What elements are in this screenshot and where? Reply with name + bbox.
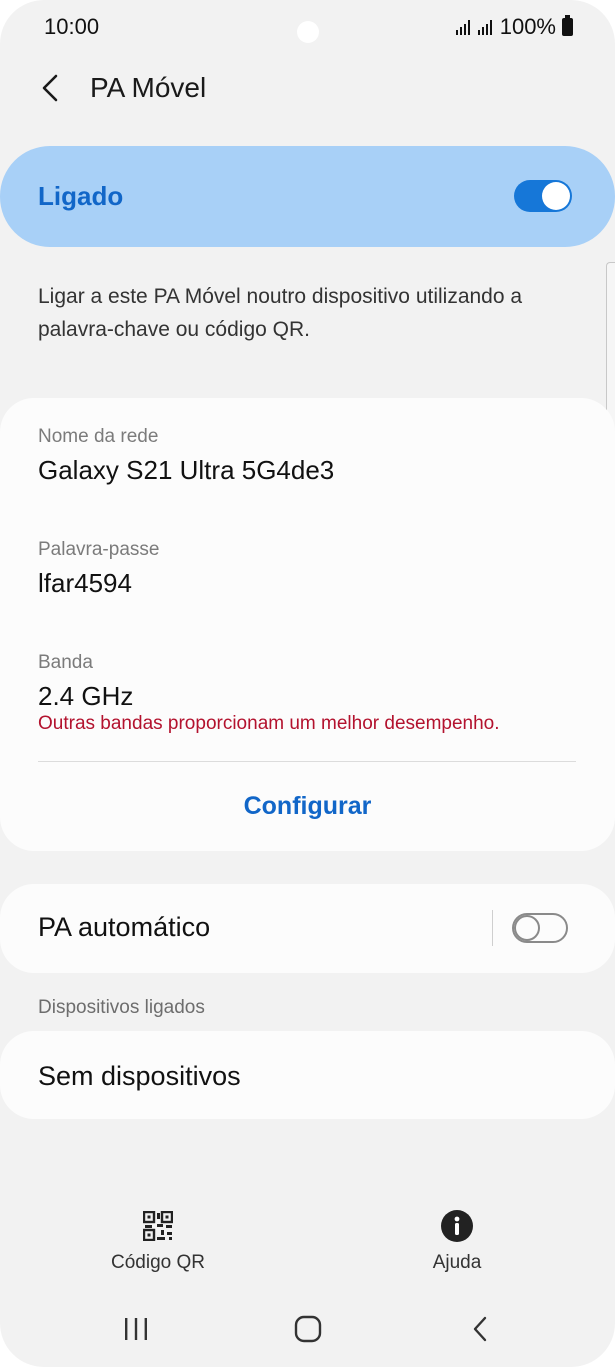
configure-button[interactable]: Configurar xyxy=(0,778,615,834)
home-icon xyxy=(294,1315,322,1343)
qr-code-label: Código QR xyxy=(111,1252,205,1273)
network-name-value: Galaxy S21 Ultra 5G4de3 xyxy=(38,455,335,485)
band-value: 2.4 GHz xyxy=(38,681,134,711)
help-label: Ajuda xyxy=(432,1252,482,1273)
divider xyxy=(38,761,576,762)
toggle-switch-off[interactable] xyxy=(512,913,568,943)
back-button[interactable] xyxy=(30,68,70,108)
camera-cutout xyxy=(297,21,319,43)
hotspot-description: Ligar a este PA Móvel noutro dispositivo… xyxy=(38,285,523,341)
password-value: lfar4594 xyxy=(38,568,132,598)
status-indicators: 100% xyxy=(455,14,573,40)
auto-hotspot-label: PA automático xyxy=(38,912,211,942)
page-title: PA Móvel xyxy=(90,72,207,103)
screen: 10:00 100% PA Móvel Ligado Ligar a este … xyxy=(0,0,615,1367)
no-devices-label: Sem dispositivos xyxy=(38,1061,241,1091)
network-info-card: Nome da rede Galaxy S21 Ultra 5G4de3 Pal… xyxy=(0,398,615,851)
band-label: Banda xyxy=(38,652,93,673)
master-switch-label: Ligado xyxy=(38,181,124,211)
band-warning: Outras bandas proporcionam um melhor des… xyxy=(38,713,500,734)
signal-icon xyxy=(455,19,470,35)
connected-devices-header: Dispositivos ligados xyxy=(38,997,205,1018)
qr-code-icon xyxy=(143,1211,173,1241)
toggle-switch-on[interactable] xyxy=(514,180,572,212)
home-button[interactable] xyxy=(288,1314,328,1344)
battery-icon xyxy=(562,15,573,36)
toggle-knob xyxy=(514,915,540,941)
nav-back-button[interactable] xyxy=(460,1314,500,1344)
auto-hotspot-row[interactable]: PA automático xyxy=(0,884,615,973)
info-icon xyxy=(441,1210,473,1242)
toggle-knob xyxy=(542,182,570,210)
app-header: PA Móvel xyxy=(0,56,615,126)
status-bar: 10:00 100% xyxy=(0,0,615,56)
signal-icon-sim2 xyxy=(477,19,492,35)
status-time: 10:00 xyxy=(44,14,100,39)
recent-apps-icon xyxy=(125,1318,147,1340)
help-button[interactable]: Ajuda xyxy=(377,1208,537,1274)
connected-devices-card: Sem dispositivos xyxy=(0,1031,615,1119)
password-label: Palavra-passe xyxy=(38,539,160,560)
navigation-bar xyxy=(0,1300,615,1360)
recent-apps-button[interactable] xyxy=(116,1314,156,1344)
battery-percent: 100% xyxy=(499,14,556,39)
back-icon xyxy=(473,1316,487,1342)
hotspot-master-switch[interactable]: Ligado xyxy=(0,146,615,247)
qr-code-button[interactable]: Código QR xyxy=(78,1208,238,1274)
network-name-label: Nome da rede xyxy=(38,426,159,447)
vertical-divider xyxy=(492,910,493,946)
chevron-left-icon xyxy=(42,74,58,102)
